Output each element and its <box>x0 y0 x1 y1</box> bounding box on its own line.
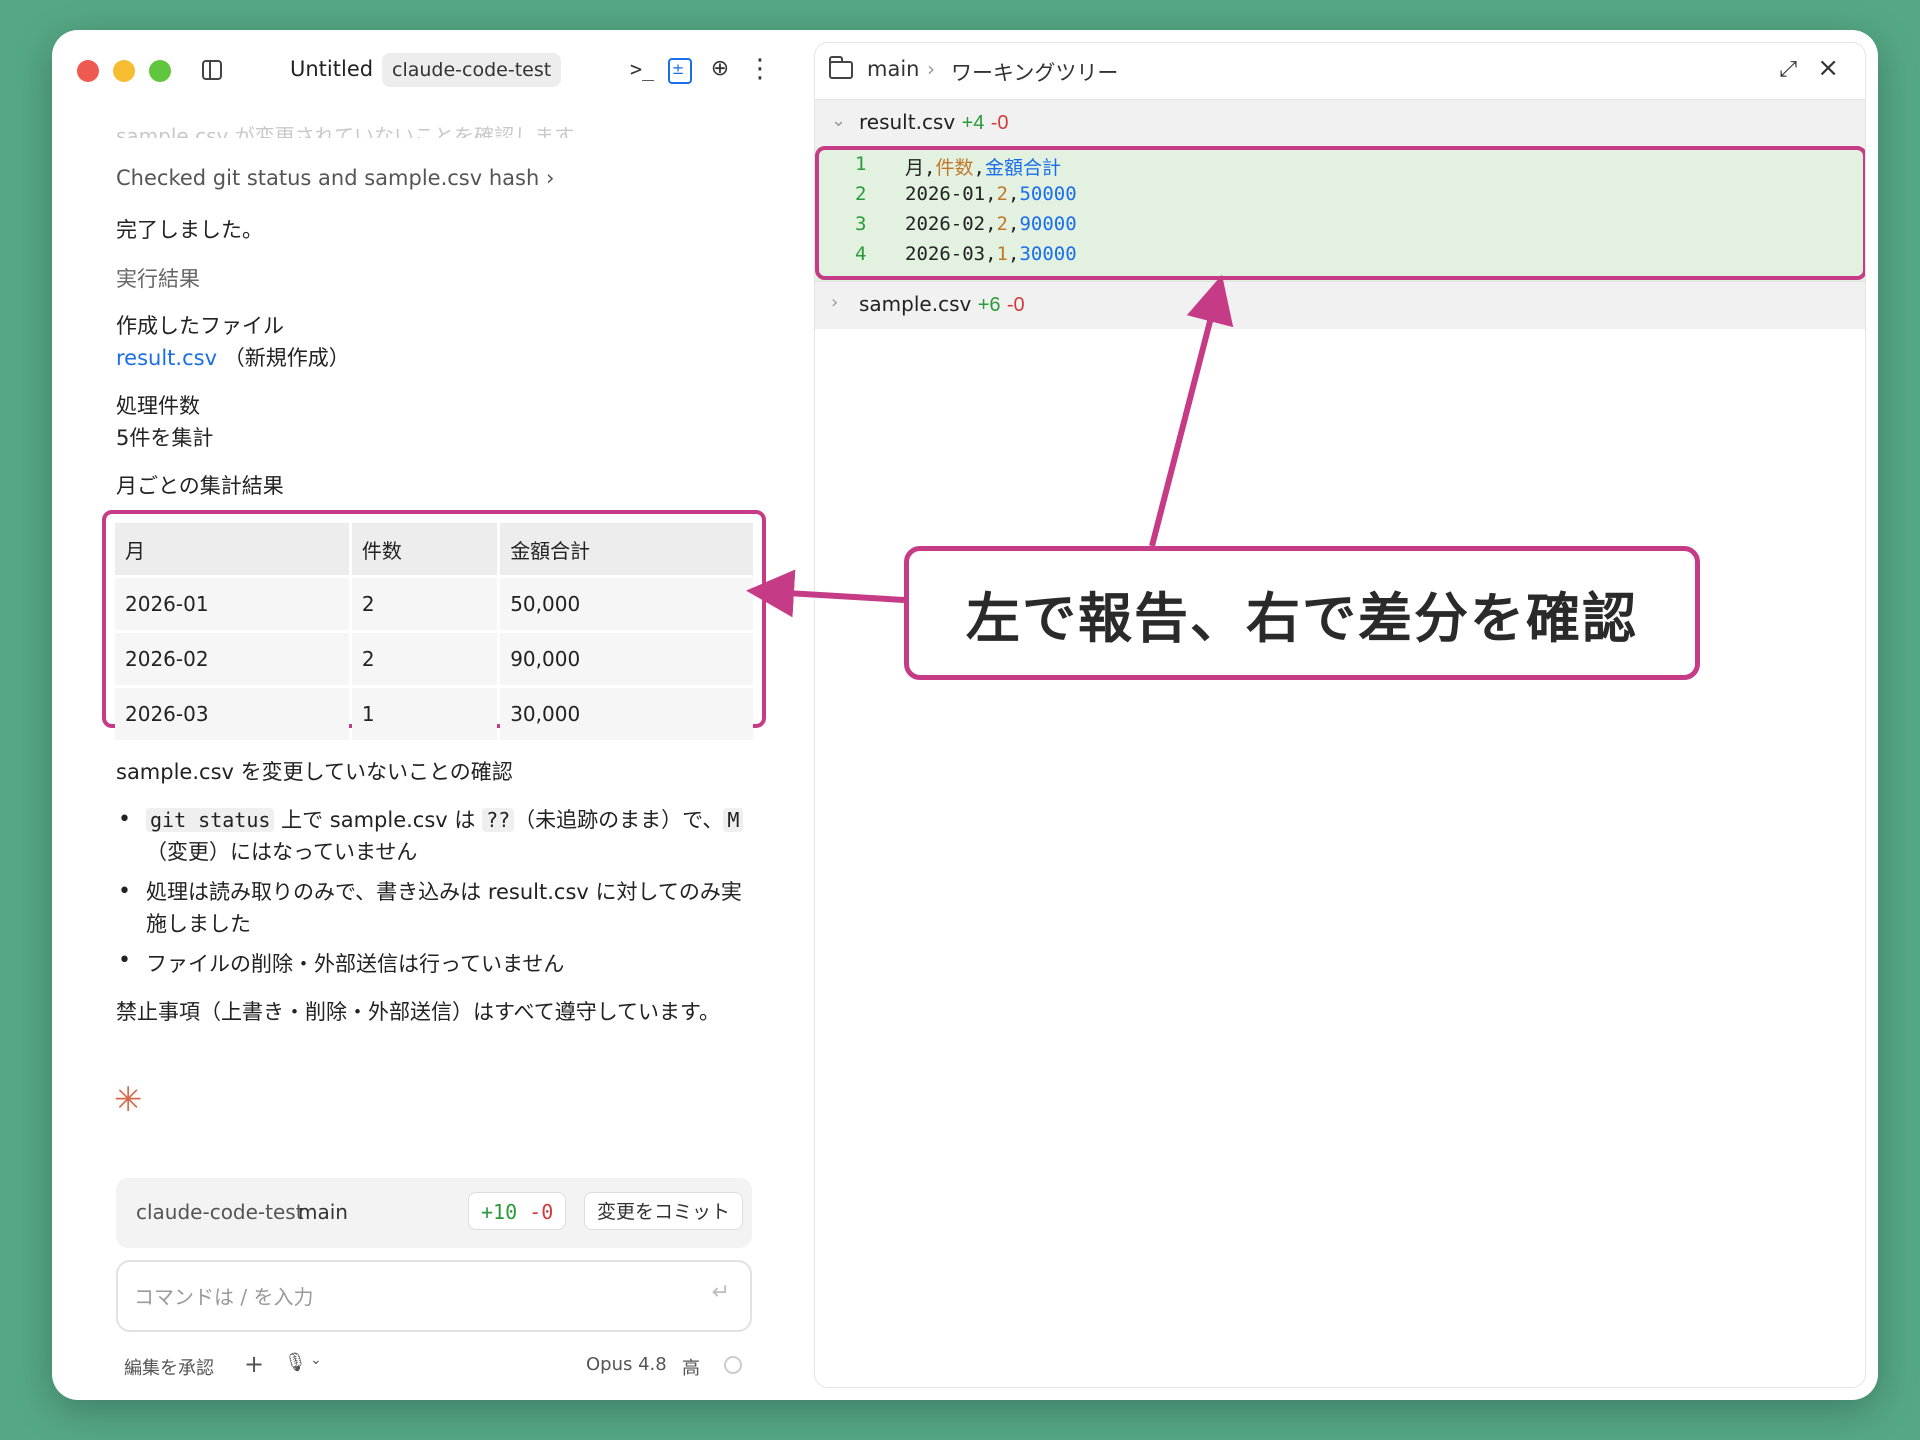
app-window: Untitled claude-code-test >_ ⊕ ⋮ sample.… <box>52 30 1878 1400</box>
sidebar-icon[interactable] <box>202 60 222 80</box>
inline-code: M <box>723 808 744 832</box>
chevron-right-icon: › <box>545 166 555 190</box>
effort-selector[interactable]: 高 <box>682 1354 700 1380</box>
command-input[interactable] <box>134 1280 674 1314</box>
project-chip[interactable]: claude-code-test <box>382 53 562 87</box>
file-row-result-csv[interactable]: ⌄ result.csv +4 -0 <box>815 99 1865 147</box>
send-icon[interactable]: ↵ <box>712 1280 730 1305</box>
file-name: result.csv <box>859 110 956 134</box>
results-heading: 実行結果 <box>116 267 200 291</box>
cell-month: 2026-01 <box>115 578 349 630</box>
header-amount: 金額合計 <box>500 523 753 575</box>
header-month: 月 <box>115 523 349 575</box>
file-row-label: sample.csv +6 -0 <box>859 292 1025 317</box>
file-removed: -0 <box>990 112 1009 134</box>
close-window-button[interactable] <box>77 60 99 82</box>
more-icon[interactable]: ⋮ <box>745 54 775 84</box>
bullet-text: 処理は読み取りのみで、書き込みは result.csv に対してのみ実施しました <box>146 880 742 936</box>
chevron-right-icon: › <box>831 292 839 313</box>
count-value: 5件を集計 <box>116 426 214 450</box>
tool-call-summary[interactable]: Checked git status and sample.csv hash › <box>116 166 554 190</box>
close-icon[interactable]: × <box>1817 53 1839 83</box>
bullet-text: ファイルの削除・外部送信は行っていません <box>146 952 565 976</box>
file-removed: -0 <box>1006 294 1025 316</box>
file-row-sample-csv[interactable]: › sample.csv +6 -0 <box>815 281 1865 329</box>
inline-code: ?? <box>482 808 515 832</box>
file-added: +4 <box>961 112 985 134</box>
folder-icon <box>829 56 853 79</box>
minimize-window-button[interactable] <box>113 60 135 82</box>
count-label: 処理件数 <box>116 394 200 418</box>
tool-call-label: Checked git status and sample.csv hash <box>116 166 540 190</box>
diff-stat-button[interactable]: +10 -0 <box>468 1192 567 1230</box>
diff-pane-header: main › ワーキングツリー ⤢ × <box>815 43 1865 99</box>
table-row: 2026-03 1 30,000 <box>115 688 753 740</box>
breadcrumb-separator: › <box>927 57 935 81</box>
chat-pane: Untitled claude-code-test >_ ⊕ ⋮ sample.… <box>52 30 812 1400</box>
session-title[interactable]: Untitled <box>290 57 373 81</box>
bullet-text: （変更）にはなっていません <box>146 840 418 864</box>
diff-pane: main › ワーキングツリー ⤢ × ⌄ result.csv +4 -0 1… <box>814 42 1866 1388</box>
zoom-window-button[interactable] <box>149 60 171 82</box>
monthly-label: 月ごとの集計結果 <box>116 474 284 498</box>
cell-amount: 30,000 <box>500 688 753 740</box>
done-message: 完了しました。 <box>116 218 263 242</box>
summary-table: 月 件数 金額合計 2026-01 2 50,000 2026-02 2 90,… <box>112 520 756 743</box>
list-item: ファイルの削除・外部送信は行っていません <box>118 948 746 978</box>
cell-amount: 90,000 <box>500 633 753 685</box>
commit-button[interactable]: 変更をコミット <box>584 1192 744 1230</box>
list-item: 処理は読み取りのみで、書き込みは result.csv に対してのみ実施しました <box>118 876 746 940</box>
diff-branch[interactable]: main <box>867 57 919 81</box>
file-added: +6 <box>977 294 1001 316</box>
cell-amount: 50,000 <box>500 578 753 630</box>
faded-message: sample.csv が変更されていないことを確認します。 <box>116 124 593 138</box>
cell-month: 2026-02 <box>115 633 349 685</box>
cell-count: 1 <box>351 688 498 740</box>
thinking-spinner-icon: ✳ <box>114 1080 143 1120</box>
chevron-down-icon: ⌄ <box>831 110 847 131</box>
cell-count: 2 <box>351 578 498 630</box>
bullet-text: （未追跡のまま）で、 <box>514 808 724 832</box>
created-file-line: result.csv （新規作成） <box>116 342 350 372</box>
file-row-label: result.csv +4 -0 <box>859 110 1009 135</box>
chevron-down-icon[interactable]: ⌄ <box>310 1352 322 1368</box>
composer-footer: 編集を承認 + 🎙 ⌄ Opus 4.8 高 <box>124 1350 760 1382</box>
table-row: 2026-01 2 50,000 <box>115 578 753 630</box>
microphone-icon[interactable]: 🎙 <box>284 1352 307 1373</box>
created-label: 作成したファイル <box>116 314 284 338</box>
expand-icon[interactable]: ⤢ <box>1779 57 1797 82</box>
add-icon[interactable]: + <box>244 1350 264 1378</box>
file-name: sample.csv <box>859 292 972 316</box>
cell-count: 2 <box>351 633 498 685</box>
removed-count: -0 <box>529 1200 554 1224</box>
diff-icon[interactable] <box>664 54 694 84</box>
working-tree-label[interactable]: ワーキングツリー <box>951 57 1118 87</box>
list-item: git status 上で sample.csv は ??（未追跡のまま）で、M… <box>118 804 746 868</box>
repo-name: claude-code-test <box>136 1200 304 1224</box>
summary-table-highlight: 月 件数 金額合計 2026-01 2 50,000 2026-02 2 90,… <box>102 510 766 740</box>
globe-icon[interactable]: ⊕ <box>705 54 735 84</box>
titlebar: Untitled claude-code-test >_ ⊕ ⋮ <box>52 30 812 110</box>
diff-highlight <box>815 146 1865 280</box>
cell-month: 2026-03 <box>115 688 349 740</box>
context-usage-icon <box>724 1356 742 1374</box>
closing-message: 禁止事項（上書き・削除・外部送信）はすべて遵守しています。 <box>116 1000 720 1024</box>
table-row: 2026-02 2 90,000 <box>115 633 753 685</box>
annotation-callout: 左で報告、右で差分を確認 <box>904 546 1700 680</box>
branch-name: main <box>298 1200 348 1224</box>
created-note: （新規作成） <box>223 346 350 370</box>
model-selector[interactable]: Opus 4.8 <box>586 1354 667 1375</box>
bullet-text: 上で sample.csv は <box>274 808 483 832</box>
commit-bar: claude-code-test main +10 -0 変更をコミット <box>116 1178 752 1248</box>
inline-code: git status <box>146 808 275 832</box>
table-header-row: 月 件数 金額合計 <box>115 523 753 575</box>
verify-heading: sample.csv を変更していないことの確認 <box>116 760 513 784</box>
added-count: +10 <box>481 1200 518 1224</box>
command-input-box: ↵ <box>116 1260 752 1332</box>
accept-edits-toggle[interactable]: 編集を承認 <box>124 1354 214 1380</box>
header-count: 件数 <box>351 523 498 575</box>
result-csv-link[interactable]: result.csv <box>116 346 217 370</box>
terminal-icon[interactable]: >_ <box>627 54 657 84</box>
